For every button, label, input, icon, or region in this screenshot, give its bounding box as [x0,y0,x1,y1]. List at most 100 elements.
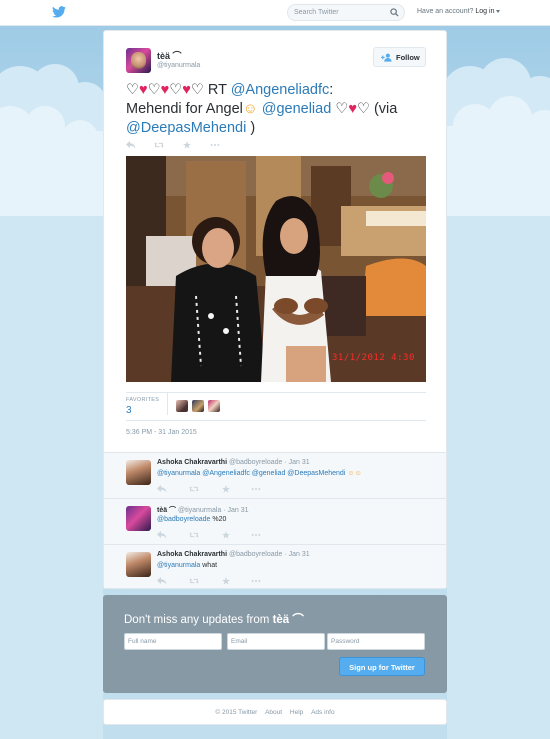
tweet-actions [126,141,236,151]
reply-mentions[interactable]: @badboyreloade [157,516,210,523]
reply-item[interactable]: Ashoka Chakravarthi @badboyreloade · Jan… [104,453,446,498]
tweet-text-segment: Mehendi for Angel [126,101,243,117]
reply-content: %20 [210,516,227,523]
favorite-star-icon[interactable] [221,531,231,539]
reply-author-name[interactable]: Ashoka Chakravarthi [157,459,227,466]
reply-actions [157,531,267,541]
reply-author-name[interactable]: Ashoka Chakravarthi [157,551,227,558]
retweet-icon[interactable] [189,485,199,493]
reply-author-handle[interactable]: @badboyreloade [229,459,282,466]
follow-button[interactable]: Follow [373,47,426,67]
footer-about-link[interactable]: About [265,709,282,716]
tweet-timestamp[interactable]: 5:36 PM - 31 Jan 2015 [126,429,197,436]
reply-author-handle[interactable]: @badboyreloade [229,551,282,558]
reply-item[interactable]: Ashoka Chakravarthi @badboyreloade · Jan… [104,545,446,590]
favorites-count[interactable]: 3 [126,405,132,416]
search-placeholder: Search Twitter [294,9,339,16]
signup-button[interactable]: Sign up for Twitter [339,657,425,676]
retweet-prefix: RT [203,82,231,98]
favorite-star-icon[interactable] [221,577,231,585]
more-options-icon[interactable] [251,577,261,585]
mention-link[interactable]: @Angeneliadfc [231,82,330,98]
reply-header: tèä ⌒ @tiyanurmala · Jan 31 [157,505,249,515]
tweet-photo[interactable]: 31/1/2012 4:30 [126,156,426,382]
reply-avatar[interactable] [126,460,151,485]
heart-outline: ♡ [331,101,349,117]
footer-ads-info-link[interactable]: Ads info [311,709,335,716]
reply-emoji: ☺☺ [345,470,362,477]
reply-header: Ashoka Chakravarthi @badboyreloade · Jan… [157,459,310,466]
author-avatar[interactable] [126,48,151,73]
email-placeholder: Email [231,638,248,645]
reply-author-name[interactable]: tèä ⌒ [157,507,176,514]
heart-filled: ♥ [160,82,170,98]
reply-author-handle[interactable]: @tiyanurmala [178,507,221,514]
email-field[interactable]: Email [227,633,325,650]
author-handle[interactable]: @tiyanurmala [157,62,200,69]
reply-avatar[interactable] [126,506,151,531]
more-options-icon[interactable] [251,485,261,493]
blush-emoji: ☺ [242,101,258,117]
author-name[interactable]: tèä ⌒ [157,49,182,62]
retweet-icon[interactable] [154,141,164,149]
reply-icon[interactable] [157,531,167,539]
mention-link[interactable]: @DeepasMehendi [126,120,246,136]
more-options-icon[interactable] [251,531,261,539]
footer-help-link[interactable]: Help [290,709,303,716]
retweet-icon[interactable] [189,531,199,539]
reply-header: Ashoka Chakravarthi @badboyreloade · Jan… [157,551,310,558]
tweet-card: tèä ⌒ @tiyanurmala Follow ♡♥♡♥♡♥♡ RT @An… [103,30,447,589]
heart-outline: ♡ [356,101,370,117]
reply-mentions[interactable]: @tiyanurmala [157,562,200,569]
retweet-icon[interactable] [189,577,199,585]
heart-outline: ♡ [169,82,183,98]
reply-item[interactable]: tèä ⌒ @tiyanurmala · Jan 31 @badboyreloa… [104,499,446,544]
heart-outline: ♡ [190,82,204,98]
reply-actions [157,577,267,587]
favorite-star-icon[interactable] [221,485,231,493]
stats-separator [167,393,168,415]
password-field[interactable]: Password [327,633,425,650]
reply-date[interactable]: · Jan 31 [223,507,248,514]
chevron-down-icon[interactable] [496,9,501,13]
favoriter-avatar[interactable] [192,400,204,412]
twitter-bird-icon[interactable] [52,6,66,18]
reply-icon[interactable] [157,577,167,585]
colon: : [329,82,334,98]
reply-icon[interactable] [157,485,167,493]
signup-title: Don't miss any updates from tèä ⌒ [124,611,304,627]
heart-filled: ♥ [182,82,191,98]
heart-outline: ♡ [126,82,139,98]
footer-copyright: © 2015 Twitter [215,709,258,716]
login-prompt-text: Have an account? [417,8,474,15]
signup-title-prefix: Don't miss any updates from [124,614,273,626]
replies-section: Ashoka Chakravarthi @badboyreloade · Jan… [104,452,446,588]
photo-image [126,156,426,382]
favoriter-avatar[interactable] [176,400,188,412]
more-options-icon[interactable] [210,141,220,149]
fullname-placeholder: Full name [128,638,157,645]
reply-date[interactable]: · Jan 31 [284,551,309,558]
login-link[interactable]: Log in [475,8,494,15]
reply-text: @badboyreloade %20 [157,516,226,523]
heart-filled: ♥ [139,82,148,98]
reply-icon[interactable] [126,141,136,149]
reply-avatar[interactable] [126,552,151,577]
signup-title-name: tèä ⌒ [272,614,304,626]
favoriter-avatar[interactable] [208,400,220,412]
heart-outline: ♡ [147,82,161,98]
favorites-label: FAVORITES [126,397,160,403]
reply-content: what [200,562,218,569]
add-user-icon [381,53,392,62]
reply-actions [157,485,267,495]
reply-text: @tiyanurmala @Angeneliadfc @geneliad @De… [157,470,362,477]
search-icon[interactable] [390,8,399,17]
mention-link[interactable]: @geneliad [262,101,332,117]
search-input[interactable]: Search Twitter [287,4,405,21]
stats-top-divider [126,392,426,393]
reply-date[interactable]: · Jan 31 [284,459,309,466]
footer: © 2015 Twitter About Help Ads info [103,699,447,725]
reply-mentions[interactable]: @tiyanurmala @Angeneliadfc @geneliad @De… [157,470,345,477]
fullname-field[interactable]: Full name [124,633,222,650]
favorite-star-icon[interactable] [182,141,192,149]
